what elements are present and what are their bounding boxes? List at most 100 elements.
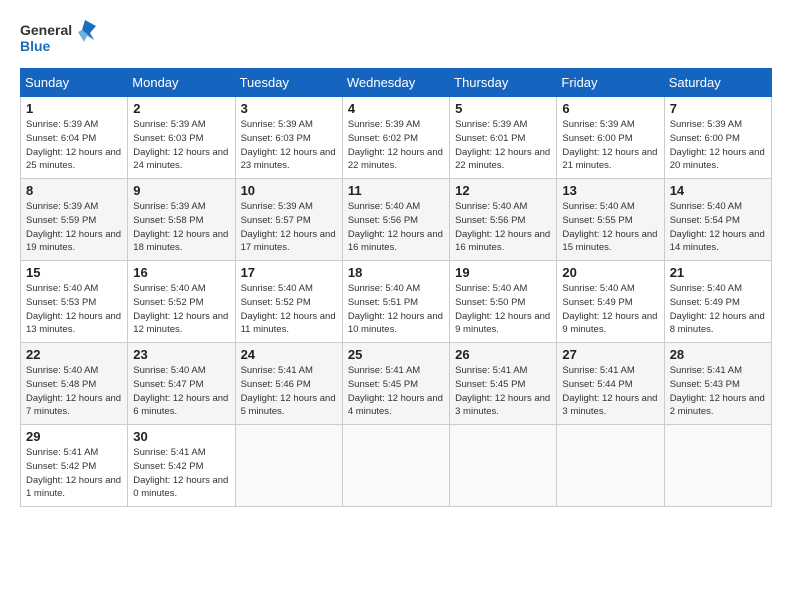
day-info: Sunrise: 5:39 AM Sunset: 6:00 PM Dayligh…: [562, 118, 658, 173]
header: General Blue: [20, 18, 772, 58]
calendar-cell: 27 Sunrise: 5:41 AM Sunset: 5:44 PM Dayli…: [557, 343, 664, 425]
day-number: 3: [241, 101, 337, 116]
calendar-week-5: 29 Sunrise: 5:41 AM Sunset: 5:42 PM Dayli…: [21, 425, 772, 507]
calendar-week-3: 15 Sunrise: 5:40 AM Sunset: 5:53 PM Dayli…: [21, 261, 772, 343]
day-info: Sunrise: 5:40 AM Sunset: 5:52 PM Dayligh…: [241, 282, 337, 337]
calendar-cell: 25 Sunrise: 5:41 AM Sunset: 5:45 PM Dayli…: [342, 343, 449, 425]
day-number: 20: [562, 265, 658, 280]
day-info: Sunrise: 5:40 AM Sunset: 5:50 PM Dayligh…: [455, 282, 551, 337]
day-info: Sunrise: 5:39 AM Sunset: 6:01 PM Dayligh…: [455, 118, 551, 173]
svg-text:Blue: Blue: [20, 38, 51, 54]
day-number: 18: [348, 265, 444, 280]
day-info: Sunrise: 5:39 AM Sunset: 5:58 PM Dayligh…: [133, 200, 229, 255]
calendar-cell: 29 Sunrise: 5:41 AM Sunset: 5:42 PM Dayli…: [21, 425, 128, 507]
day-info: Sunrise: 5:40 AM Sunset: 5:53 PM Dayligh…: [26, 282, 122, 337]
calendar-cell: [664, 425, 771, 507]
day-info: Sunrise: 5:41 AM Sunset: 5:42 PM Dayligh…: [26, 446, 122, 501]
day-number: 14: [670, 183, 766, 198]
day-number: 11: [348, 183, 444, 198]
calendar-cell: 4Sunrise: 5:39 AM Sunset: 6:02 PM Daylig…: [342, 97, 449, 179]
calendar-cell: 21Sunrise: 5:40 AM Sunset: 5:49 PM Dayli…: [664, 261, 771, 343]
day-number: 9: [133, 183, 229, 198]
weekday-header-row: SundayMondayTuesdayWednesdayThursdayFrid…: [21, 69, 772, 97]
day-number: 12: [455, 183, 551, 198]
day-info: Sunrise: 5:39 AM Sunset: 5:59 PM Dayligh…: [26, 200, 122, 255]
weekday-header-monday: Monday: [128, 69, 235, 97]
calendar-cell: 22Sunrise: 5:40 AM Sunset: 5:48 PM Dayli…: [21, 343, 128, 425]
day-info: Sunrise: 5:40 AM Sunset: 5:54 PM Dayligh…: [670, 200, 766, 255]
day-number: 2: [133, 101, 229, 116]
day-info: Sunrise: 5:41 AM Sunset: 5:46 PM Dayligh…: [241, 364, 337, 419]
calendar-cell: 9 Sunrise: 5:39 AM Sunset: 5:58 PM Daylig…: [128, 179, 235, 261]
day-info: Sunrise: 5:40 AM Sunset: 5:49 PM Dayligh…: [670, 282, 766, 337]
day-info: Sunrise: 5:39 AM Sunset: 5:57 PM Dayligh…: [241, 200, 337, 255]
calendar-cell: 28 Sunrise: 5:41 AM Sunset: 5:43 PM Dayli…: [664, 343, 771, 425]
calendar-cell: 14 Sunrise: 5:40 AM Sunset: 5:54 PM Dayli…: [664, 179, 771, 261]
calendar-cell: 1 Sunrise: 5:39 AM Sunset: 6:04 PM Daylig…: [21, 97, 128, 179]
svg-text:General: General: [20, 22, 72, 38]
day-info: Sunrise: 5:40 AM Sunset: 5:56 PM Dayligh…: [348, 200, 444, 255]
day-number: 25: [348, 347, 444, 362]
calendar-week-1: 1 Sunrise: 5:39 AM Sunset: 6:04 PM Daylig…: [21, 97, 772, 179]
day-info: Sunrise: 5:40 AM Sunset: 5:51 PM Dayligh…: [348, 282, 444, 337]
weekday-header-sunday: Sunday: [21, 69, 128, 97]
day-number: 23: [133, 347, 229, 362]
day-number: 19: [455, 265, 551, 280]
calendar-cell: 5 Sunrise: 5:39 AM Sunset: 6:01 PM Daylig…: [450, 97, 557, 179]
day-info: Sunrise: 5:41 AM Sunset: 5:45 PM Dayligh…: [348, 364, 444, 419]
calendar-cell: 24 Sunrise: 5:41 AM Sunset: 5:46 PM Dayli…: [235, 343, 342, 425]
day-number: 6: [562, 101, 658, 116]
calendar-table: SundayMondayTuesdayWednesdayThursdayFrid…: [20, 68, 772, 507]
weekday-header-tuesday: Tuesday: [235, 69, 342, 97]
calendar-cell: 13 Sunrise: 5:40 AM Sunset: 5:55 PM Dayli…: [557, 179, 664, 261]
day-number: 1: [26, 101, 122, 116]
day-info: Sunrise: 5:40 AM Sunset: 5:47 PM Dayligh…: [133, 364, 229, 419]
day-number: 29: [26, 429, 122, 444]
calendar-cell: 11 Sunrise: 5:40 AM Sunset: 5:56 PM Dayli…: [342, 179, 449, 261]
calendar-cell: 3Sunrise: 5:39 AM Sunset: 6:03 PM Daylig…: [235, 97, 342, 179]
day-info: Sunrise: 5:40 AM Sunset: 5:56 PM Dayligh…: [455, 200, 551, 255]
logo: General Blue: [20, 18, 100, 58]
day-number: 22: [26, 347, 122, 362]
weekday-header-wednesday: Wednesday: [342, 69, 449, 97]
day-number: 5: [455, 101, 551, 116]
calendar-cell: 18 Sunrise: 5:40 AM Sunset: 5:51 PM Dayli…: [342, 261, 449, 343]
calendar-cell: 2 Sunrise: 5:39 AM Sunset: 6:03 PM Daylig…: [128, 97, 235, 179]
calendar-cell: 26 Sunrise: 5:41 AM Sunset: 5:45 PM Dayli…: [450, 343, 557, 425]
day-number: 13: [562, 183, 658, 198]
day-info: Sunrise: 5:41 AM Sunset: 5:44 PM Dayligh…: [562, 364, 658, 419]
calendar-cell: 12 Sunrise: 5:40 AM Sunset: 5:56 PM Dayli…: [450, 179, 557, 261]
day-info: Sunrise: 5:39 AM Sunset: 6:02 PM Dayligh…: [348, 118, 444, 173]
calendar-cell: [235, 425, 342, 507]
day-number: 26: [455, 347, 551, 362]
day-number: 8: [26, 183, 122, 198]
day-number: 28: [670, 347, 766, 362]
day-info: Sunrise: 5:40 AM Sunset: 5:52 PM Dayligh…: [133, 282, 229, 337]
calendar-cell: [450, 425, 557, 507]
day-info: Sunrise: 5:39 AM Sunset: 6:04 PM Dayligh…: [26, 118, 122, 173]
calendar-week-4: 22Sunrise: 5:40 AM Sunset: 5:48 PM Dayli…: [21, 343, 772, 425]
day-number: 27: [562, 347, 658, 362]
calendar-cell: 20Sunrise: 5:40 AM Sunset: 5:49 PM Dayli…: [557, 261, 664, 343]
calendar-cell: 19 Sunrise: 5:40 AM Sunset: 5:50 PM Dayli…: [450, 261, 557, 343]
calendar-page: General Blue SundayMondayTuesdayWednesda…: [0, 0, 792, 612]
day-info: Sunrise: 5:41 AM Sunset: 5:45 PM Dayligh…: [455, 364, 551, 419]
day-number: 16: [133, 265, 229, 280]
day-number: 7: [670, 101, 766, 116]
calendar-cell: 23 Sunrise: 5:40 AM Sunset: 5:47 PM Dayli…: [128, 343, 235, 425]
day-number: 24: [241, 347, 337, 362]
day-info: Sunrise: 5:41 AM Sunset: 5:42 PM Dayligh…: [133, 446, 229, 501]
calendar-cell: 17Sunrise: 5:40 AM Sunset: 5:52 PM Dayli…: [235, 261, 342, 343]
day-number: 15: [26, 265, 122, 280]
calendar-cell: 10Sunrise: 5:39 AM Sunset: 5:57 PM Dayli…: [235, 179, 342, 261]
day-info: Sunrise: 5:39 AM Sunset: 6:03 PM Dayligh…: [133, 118, 229, 173]
logo-svg: General Blue: [20, 18, 100, 58]
calendar-cell: 8 Sunrise: 5:39 AM Sunset: 5:59 PM Daylig…: [21, 179, 128, 261]
weekday-header-thursday: Thursday: [450, 69, 557, 97]
calendar-week-2: 8 Sunrise: 5:39 AM Sunset: 5:59 PM Daylig…: [21, 179, 772, 261]
day-info: Sunrise: 5:41 AM Sunset: 5:43 PM Dayligh…: [670, 364, 766, 419]
weekday-header-saturday: Saturday: [664, 69, 771, 97]
day-info: Sunrise: 5:39 AM Sunset: 6:00 PM Dayligh…: [670, 118, 766, 173]
calendar-cell: 6 Sunrise: 5:39 AM Sunset: 6:00 PM Daylig…: [557, 97, 664, 179]
day-info: Sunrise: 5:40 AM Sunset: 5:55 PM Dayligh…: [562, 200, 658, 255]
